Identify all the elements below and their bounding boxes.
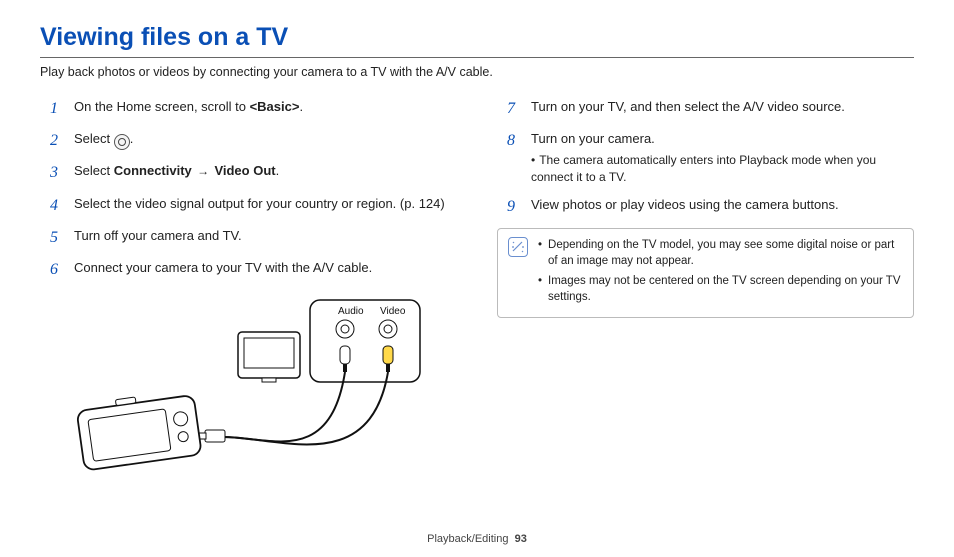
audio-label: Audio (338, 306, 364, 317)
step-body: Turn on your camera. •The camera automati… (531, 130, 914, 186)
step-number: 6 (50, 259, 64, 281)
playback-icon (114, 134, 130, 150)
note-box: Depending on the TV model, you may see s… (497, 228, 914, 318)
step-item: 9 View photos or play videos using the ca… (507, 196, 914, 218)
step-text: Turn off your camera and TV. (74, 228, 242, 243)
page-footer: Playback/Editing 93 (0, 532, 954, 547)
step-text: . (299, 99, 303, 114)
footer-section: Playback/Editing (427, 533, 508, 545)
step-body: Select . (74, 130, 457, 150)
step-text: Turn on your camera. (531, 131, 655, 146)
step-number: 8 (507, 130, 521, 152)
content-columns: 1On the Home screen, scroll to <Basic>.2… (40, 98, 914, 498)
note-list: Depending on the TV model, you may see s… (538, 237, 903, 309)
step-body: Select Connectivity → Video Out. (74, 162, 457, 180)
right-steps-list: 7 Turn on your TV, and then select the A/… (497, 98, 914, 219)
left-column: 1On the Home screen, scroll to <Basic>.2… (40, 98, 457, 498)
step-text: Video Out (214, 163, 275, 178)
step-text: . (276, 163, 280, 178)
step-number: 5 (50, 227, 64, 249)
page-title: Viewing files on a TV (40, 20, 914, 55)
step-item: 5 Turn off your camera and TV. (50, 227, 457, 249)
step-item: 8 Turn on your camera. •The camera automat… (507, 130, 914, 186)
step-item: 3 Select Connectivity → Video Out. (50, 162, 457, 184)
step-number: 1 (50, 98, 64, 120)
step-body: Select the video signal output for your … (74, 195, 457, 213)
cable-connector-icon (198, 430, 225, 442)
step-text: Select the video signal output for your … (74, 196, 445, 211)
step-text: Select (74, 131, 114, 146)
step-item: 6 Connect your camera to your TV with the… (50, 259, 457, 281)
footer-page-number: 93 (515, 533, 527, 545)
step-text: Turn on your TV, and then select the A/V… (531, 99, 845, 114)
note-item: Images may not be centered on the TV scr… (538, 273, 903, 305)
step-text: . (130, 131, 134, 146)
camera-icon (76, 389, 202, 471)
step-item: 7 Turn on your TV, and then select the A/… (507, 98, 914, 120)
step-body: Turn on your TV, and then select the A/V… (531, 98, 914, 116)
intro-text: Play back photos or videos by connecting… (40, 64, 914, 82)
tv-icon (238, 332, 300, 382)
step-number: 4 (50, 195, 64, 217)
step-number: 2 (50, 130, 64, 152)
step-text: Select (74, 163, 114, 178)
title-rule (40, 57, 914, 58)
step-item: 2 Select . (50, 130, 457, 152)
connection-illustration: Audio Video (40, 292, 457, 497)
left-steps-list: 1On the Home screen, scroll to <Basic>.2… (40, 98, 457, 282)
step-subnote: •The camera automatically enters into Pl… (531, 152, 914, 186)
note-item: Depending on the TV model, you may see s… (538, 237, 903, 269)
note-icon (508, 237, 528, 257)
step-item: 4 Select the video signal output for your… (50, 195, 457, 217)
step-text: Connectivity (114, 163, 192, 178)
right-column: 7 Turn on your TV, and then select the A/… (497, 98, 914, 498)
step-number: 9 (507, 196, 521, 218)
step-text: → (192, 164, 215, 178)
step-body: View photos or play videos using the cam… (531, 196, 914, 214)
step-text: Connect your camera to your TV with the … (74, 260, 372, 275)
video-label: Video (380, 306, 406, 317)
step-number: 3 (50, 162, 64, 184)
step-text: On the Home screen, scroll to (74, 99, 250, 114)
step-body: Turn off your camera and TV. (74, 227, 457, 245)
step-text: View photos or play videos using the cam… (531, 197, 839, 212)
step-number: 7 (507, 98, 521, 120)
step-text: <Basic> (250, 99, 300, 114)
step-body: Connect your camera to your TV with the … (74, 259, 457, 277)
step-item: 1 On the Home screen, scroll to <Basic>. (50, 98, 457, 120)
step-body: On the Home screen, scroll to <Basic>. (74, 98, 457, 116)
